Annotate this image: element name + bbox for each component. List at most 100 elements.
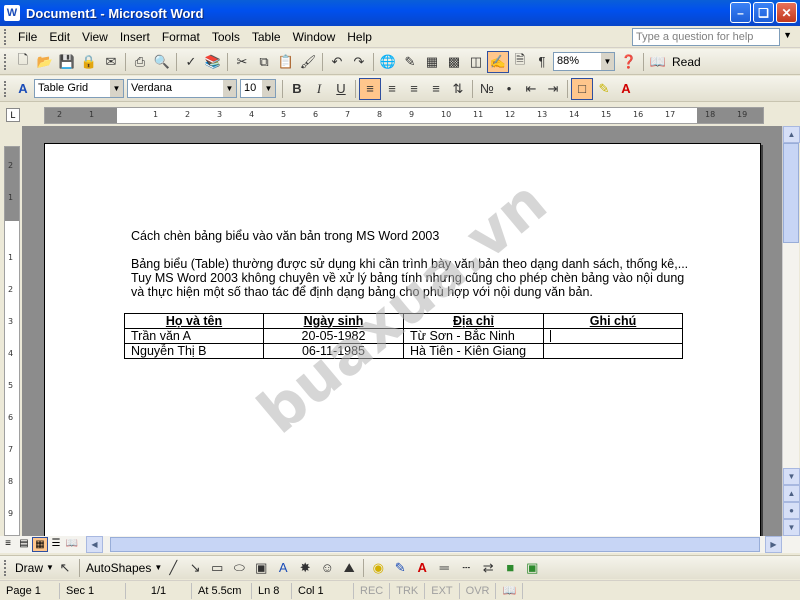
undo-icon[interactable]: ↶ xyxy=(326,51,348,73)
hyperlink-icon[interactable]: 🌐 xyxy=(377,51,399,73)
document-page[interactable]: Cách chèn bảng biểu vào văn bản trong MS… xyxy=(44,143,761,536)
vertical-ruler[interactable]: 2 1 1 2 3 4 5 6 7 8 9 xyxy=(4,146,20,536)
borders-icon[interactable]: □ xyxy=(571,77,593,100)
outline-view-icon[interactable]: ☰ xyxy=(48,537,64,552)
status-ext[interactable]: EXT xyxy=(425,582,460,599)
table-cell-cursor[interactable] xyxy=(543,328,683,344)
fill-color-icon[interactable]: ◉ xyxy=(367,557,389,579)
show-hide-icon[interactable]: ¶ xyxy=(531,51,553,73)
chevron-down-icon[interactable]: ▼ xyxy=(601,53,614,70)
chevron-down-icon[interactable]: ▼ xyxy=(110,80,123,97)
vertical-scrollbar[interactable]: ▲ ▼ ▲ ● ▼ xyxy=(782,126,800,536)
toolbar-grip[interactable] xyxy=(4,53,8,70)
align-left-icon[interactable]: ≡ xyxy=(359,77,381,100)
style-select[interactable]: Table Grid ▼ xyxy=(34,79,124,98)
menu-tools[interactable]: Tools xyxy=(206,28,246,46)
table-header-cell[interactable]: Họ và tên xyxy=(124,313,264,329)
document-heading[interactable]: Cách chèn bảng biểu vào văn bản trong MS… xyxy=(131,229,439,243)
reading-layout-icon[interactable]: 📖 xyxy=(64,537,80,552)
status-trk[interactable]: TRK xyxy=(390,582,426,599)
horizontal-ruler[interactable]: 2 1 1 2 3 4 5 6 7 8 9 10 11 12 13 14 15 … xyxy=(44,107,764,124)
tab-selector[interactable]: L xyxy=(6,108,20,122)
font-color-icon[interactable]: A xyxy=(411,557,433,579)
previous-page-icon[interactable]: ▲ xyxy=(783,485,800,502)
tables-borders-icon[interactable]: ✎ xyxy=(399,51,421,73)
open-folder-icon[interactable]: 📂 xyxy=(34,51,56,73)
read-button[interactable]: Read xyxy=(669,55,704,69)
chevron-down-icon[interactable]: ▼ xyxy=(154,563,162,572)
restore-button[interactable]: ❏ xyxy=(753,2,774,23)
diagram-icon[interactable]: ✸ xyxy=(294,557,316,579)
status-rec[interactable]: REC xyxy=(354,582,391,599)
align-right-icon[interactable]: ≡ xyxy=(403,78,425,100)
cut-icon[interactable]: ✂ xyxy=(231,51,253,73)
justify-icon[interactable]: ≡ xyxy=(425,78,447,100)
normal-view-icon[interactable]: ≡ xyxy=(0,537,16,552)
close-button[interactable]: ✕ xyxy=(776,2,797,23)
status-ovr[interactable]: OVR xyxy=(460,582,497,599)
font-size-select[interactable]: 10 ▼ xyxy=(240,79,276,98)
draw-menu-button[interactable]: Draw xyxy=(12,561,46,575)
toolbar-grip[interactable] xyxy=(4,80,8,97)
format-painter-icon[interactable]: 🖌 xyxy=(297,51,319,73)
decrease-indent-icon[interactable]: ⇤ xyxy=(520,78,542,100)
line-style-icon[interactable]: ═ xyxy=(433,557,455,579)
save-icon[interactable]: 💾 xyxy=(56,51,78,73)
copy-icon[interactable]: ⧉ xyxy=(253,51,275,73)
autoshapes-button[interactable]: AutoShapes xyxy=(83,561,154,575)
scroll-left-icon[interactable]: ◀ xyxy=(86,536,103,553)
bullets-icon[interactable]: • xyxy=(498,78,520,100)
research-icon[interactable]: 📚 xyxy=(202,51,224,73)
scroll-up-icon[interactable]: ▲ xyxy=(783,126,800,143)
bold-icon[interactable]: B xyxy=(286,78,308,100)
scroll-thumb[interactable] xyxy=(783,143,799,243)
table-cell[interactable]: Nguyễn Thị B xyxy=(124,343,264,359)
word-app-icon[interactable]: W xyxy=(4,5,20,21)
oval-icon[interactable]: ⬭ xyxy=(228,557,250,579)
picture-icon[interactable]: ⛰ xyxy=(338,557,360,579)
menu-table[interactable]: Table xyxy=(246,28,287,46)
line-spacing-icon[interactable]: ⇅ xyxy=(447,78,469,100)
table-header-cell[interactable]: Ghi chú xyxy=(543,313,683,329)
scroll-right-icon[interactable]: ▶ xyxy=(765,536,782,553)
select-objects-icon[interactable]: ↖ xyxy=(54,557,76,579)
align-center-icon[interactable]: ≡ xyxy=(381,78,403,100)
numbering-icon[interactable]: № xyxy=(476,78,498,100)
chevron-down-icon[interactable]: ▼ xyxy=(223,80,236,97)
menu-help[interactable]: Help xyxy=(341,28,378,46)
new-document-icon[interactable]: 🗋 xyxy=(12,51,34,73)
spelling-icon[interactable]: ✓ xyxy=(180,51,202,73)
toolbar-grip[interactable] xyxy=(4,559,8,576)
insert-excel-icon[interactable]: ▩ xyxy=(443,51,465,73)
help-icon[interactable]: ❓ xyxy=(618,51,640,73)
insert-table-icon[interactable]: ▦ xyxy=(421,51,443,73)
shadow-style-icon[interactable]: ■ xyxy=(499,557,521,579)
next-page-icon[interactable]: ▼ xyxy=(783,519,800,536)
menu-window[interactable]: Window xyxy=(287,28,342,46)
styles-formatting-icon[interactable]: A xyxy=(12,78,34,100)
dash-style-icon[interactable]: ┄ xyxy=(455,557,477,579)
rectangle-icon[interactable]: ▭ xyxy=(206,557,228,579)
spelling-status-icon[interactable]: 📖 xyxy=(496,582,524,599)
clip-art-icon[interactable]: ☺ xyxy=(316,557,338,579)
menu-insert[interactable]: Insert xyxy=(114,28,156,46)
paste-icon[interactable]: 📋 xyxy=(275,51,297,73)
zoom-select[interactable]: 88% ▼ xyxy=(553,52,615,71)
arrow-icon[interactable]: ↘ xyxy=(184,557,206,579)
columns-icon[interactable]: ◫ xyxy=(465,51,487,73)
menu-view[interactable]: View xyxy=(76,28,114,46)
horizontal-scroll-thumb[interactable] xyxy=(110,537,760,552)
table-cell[interactable]: Hà Tiên - Kiên Giang xyxy=(403,343,544,359)
underline-icon[interactable]: U xyxy=(330,78,352,100)
browse-object-icon[interactable]: ● xyxy=(783,502,800,519)
scroll-down-icon[interactable]: ▼ xyxy=(783,468,800,485)
highlight-icon[interactable]: ✎ xyxy=(593,78,615,100)
email-icon[interactable]: ✉ xyxy=(100,51,122,73)
print-preview-icon[interactable]: 🔍 xyxy=(151,51,173,73)
redo-icon[interactable]: ↷ xyxy=(348,51,370,73)
document-map-icon[interactable]: 🗎 xyxy=(509,51,531,73)
chevron-down-icon[interactable]: ▼ xyxy=(46,563,54,572)
3d-style-icon[interactable]: ▣ xyxy=(521,557,543,579)
print-layout-icon[interactable]: ▦ xyxy=(32,537,48,552)
help-search-input[interactable]: Type a question for help xyxy=(632,28,780,46)
